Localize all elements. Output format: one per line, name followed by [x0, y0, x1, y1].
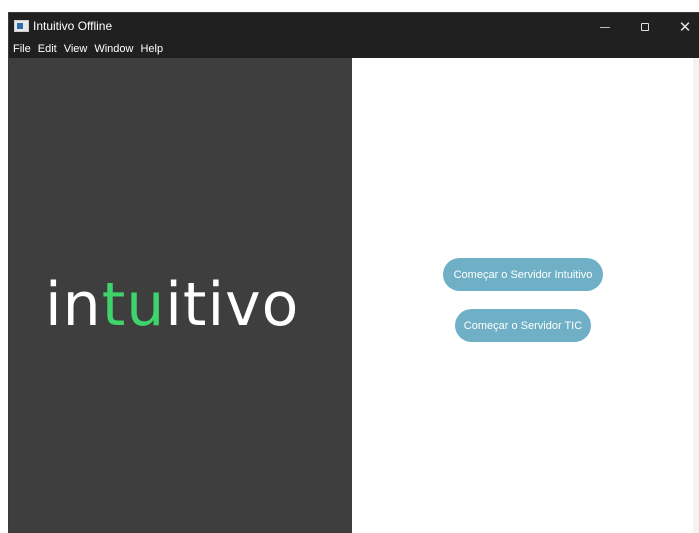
- start-intuitivo-server-button[interactable]: Começar o Servidor Intuitivo: [443, 258, 603, 291]
- scrollbar[interactable]: [693, 58, 699, 533]
- brand-panel: intuitivo: [9, 58, 352, 533]
- window-title: Intuitivo Offline: [33, 19, 113, 33]
- menu-file[interactable]: File: [13, 41, 31, 58]
- close-icon: ✕: [678, 18, 692, 36]
- maximize-button[interactable]: [623, 13, 667, 41]
- intuitivo-logo: intuitivo: [45, 270, 299, 340]
- menu-window[interactable]: Window: [94, 41, 133, 58]
- logo-prefix: in: [45, 270, 102, 340]
- app-window: Intuitivo Offline ✕ File Edit View Windo…: [9, 13, 699, 533]
- menu-edit[interactable]: Edit: [38, 41, 57, 58]
- close-button[interactable]: ✕: [663, 13, 699, 41]
- logo-suffix: itivo: [165, 270, 300, 340]
- app-window-icon: [14, 20, 29, 32]
- actions-panel: Começar o Servidor Intuitivo Começar o S…: [352, 58, 699, 533]
- main-content: intuitivo Começar o Servidor Intuitivo C…: [9, 58, 699, 533]
- menu-view[interactable]: View: [64, 41, 88, 58]
- title-bar[interactable]: Intuitivo Offline ✕: [9, 13, 699, 41]
- minimize-button[interactable]: [583, 13, 627, 41]
- maximize-icon: [641, 23, 649, 31]
- logo-accent: tu: [101, 270, 166, 340]
- minimize-icon: [600, 26, 610, 28]
- menu-bar: File Edit View Window Help: [9, 41, 699, 58]
- menu-help[interactable]: Help: [140, 41, 163, 58]
- start-tic-server-button[interactable]: Começar o Servidor TIC: [455, 309, 591, 342]
